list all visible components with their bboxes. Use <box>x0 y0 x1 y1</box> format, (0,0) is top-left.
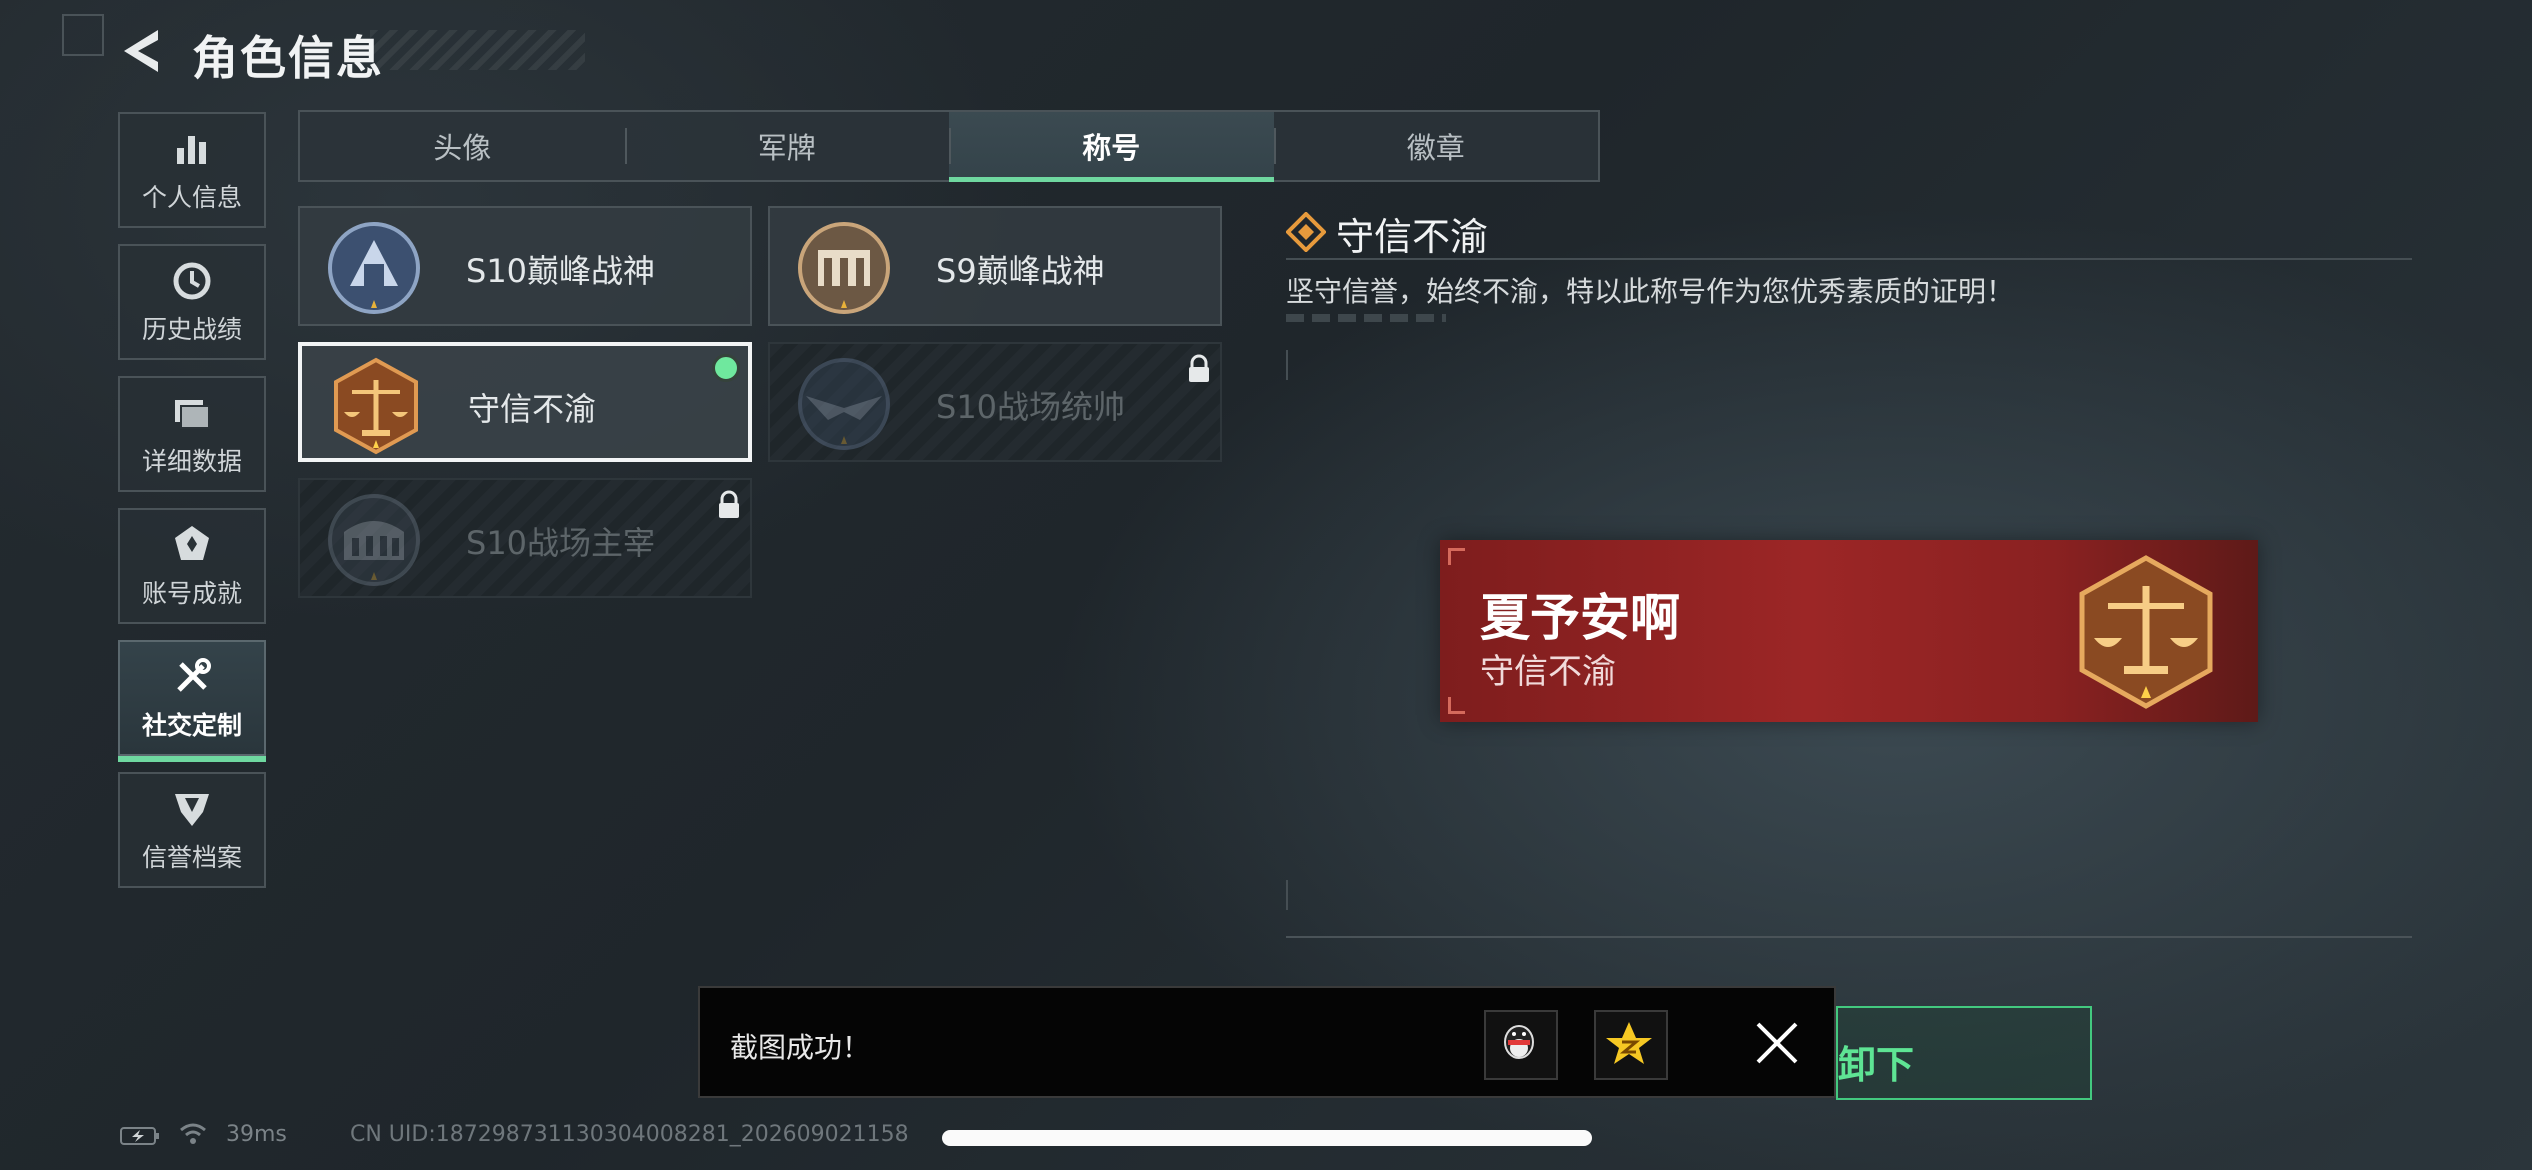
back-button[interactable] <box>118 26 164 76</box>
sidebar-item-history[interactable]: 历史战绩 <box>118 244 266 360</box>
screenshot-toast: 截图成功！ <box>698 986 1836 1098</box>
colosseum-medal-icon <box>328 494 420 586</box>
title-name: S10巅峰战神 <box>466 252 656 290</box>
sidebar-item-credit-record[interactable]: 信誉档案 <box>118 772 266 888</box>
folder-icon <box>175 400 210 429</box>
detail-description: 坚守信誉，始终不渝，特以此称号作为您优秀素质的证明！ <box>1286 275 2015 308</box>
unequip-button-label: 卸下 <box>1838 1043 1915 1087</box>
uid-text: CN UID:1872987311303040082​81_2026090211… <box>350 1122 909 1147</box>
share-qq-button[interactable] <box>1484 1010 1558 1080</box>
share-qzone-button[interactable] <box>1594 1010 1668 1080</box>
title-preview-card: 夏予安啊 守信不渝 <box>1440 540 2258 722</box>
close-icon <box>1756 1022 1798 1064</box>
detail-title: 守信不渝 <box>1336 215 1489 259</box>
page-title: 角色信息 <box>192 31 384 85</box>
battery-icon <box>120 1127 159 1145</box>
title-card-locked[interactable]: S10战场主宰 <box>298 478 752 598</box>
sidebar-item-label: 历史战绩 <box>141 315 242 344</box>
tab-badge[interactable]: 徽章 <box>1273 112 1599 180</box>
sidebar-item-label: 社交定制 <box>141 711 242 740</box>
qzone-icon <box>1606 1022 1652 1064</box>
bar-chart-icon <box>177 136 206 164</box>
sidebar-item-label: 个人信息 <box>141 183 242 212</box>
preview-title-text: 守信不渝 <box>1480 652 1616 692</box>
unequip-button[interactable]: 卸下 <box>1836 1006 2092 1100</box>
toast-message: 截图成功！ <box>730 1031 871 1064</box>
achievement-icon <box>175 526 209 560</box>
player-name: 夏予安啊 <box>1480 589 1680 647</box>
preview-frame-edge <box>1286 350 1288 910</box>
title-name: S10战场主宰 <box>466 524 656 562</box>
close-toast-button[interactable] <box>1748 1014 1806 1072</box>
sidebar-item-label: 信誉档案 <box>141 843 242 872</box>
eagle-medal-icon <box>798 358 890 450</box>
ping-text: 39ms <box>226 1122 287 1147</box>
equipped-indicator <box>712 354 740 382</box>
home-indicator[interactable] <box>942 1130 1592 1146</box>
blue-medal-icon <box>328 222 420 314</box>
sidebar-item-personal-info[interactable]: 个人信息 <box>118 112 266 228</box>
title-card-locked[interactable]: S10战场统帅 <box>768 342 1222 462</box>
qq-icon <box>1504 1025 1534 1059</box>
divider <box>1286 936 2412 938</box>
back-arrow-icon <box>124 30 158 72</box>
bronze-medal-icon <box>798 222 890 314</box>
corner-bracket <box>1448 697 1465 714</box>
wifi-icon <box>180 1123 206 1144</box>
title-card[interactable]: S10巅峰战神 <box>298 206 752 326</box>
decorative-dashes <box>1286 314 1446 322</box>
title-name: 守信不渝 <box>468 390 597 428</box>
sidebar-item-achievements[interactable]: 账号成就 <box>118 508 266 624</box>
title-name: S10战场统帅 <box>936 388 1126 426</box>
title-card-selected[interactable]: 守信不渝 <box>298 342 752 462</box>
lock-icon <box>1189 354 1209 382</box>
title-stripes-decoration <box>370 30 585 70</box>
tab-title[interactable]: 称号 <box>949 112 1274 182</box>
tab-avatar[interactable]: 头像 <box>300 112 625 180</box>
tools-icon <box>177 658 211 692</box>
diamond-title-icon <box>1286 212 1326 252</box>
lock-icon <box>719 490 739 518</box>
scales-medal-icon <box>334 357 418 455</box>
divider <box>1286 258 2412 260</box>
corner-decoration <box>62 14 104 56</box>
corner-bracket <box>1448 548 1465 565</box>
tab-bar: 头像 军牌 称号 徽章 <box>298 110 1600 182</box>
clock-icon <box>173 262 211 300</box>
sidebar-item-social-custom[interactable]: 社交定制 <box>118 640 266 762</box>
title-name: S9巅峰战神 <box>936 252 1105 290</box>
title-card[interactable]: S9巅峰战神 <box>768 206 1222 326</box>
scales-medal-icon <box>2079 555 2213 709</box>
emblem-icon <box>175 794 209 826</box>
tab-military-tag[interactable]: 军牌 <box>624 112 950 180</box>
sidebar-item-label: 详细数据 <box>141 447 242 476</box>
sidebar-item-label: 账号成就 <box>141 579 242 608</box>
sidebar-item-detailed-data[interactable]: 详细数据 <box>118 376 266 492</box>
